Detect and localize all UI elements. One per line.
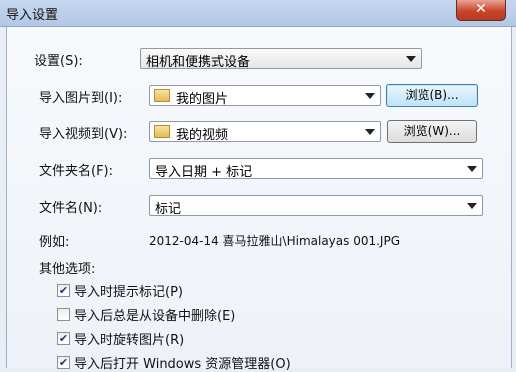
checkbox-delete-after-import[interactable] xyxy=(57,308,70,321)
file-name-label: 文件名(N): xyxy=(39,201,103,216)
folder-name-label: 文件夹名(F): xyxy=(39,164,114,179)
title-bar: 导入设置 ✕ xyxy=(0,0,516,27)
videos-folder-value: 我的视频 xyxy=(176,128,229,143)
chevron-down-icon xyxy=(365,93,375,99)
chevron-down-icon xyxy=(406,56,416,62)
pictures-label: 导入图片到(I): xyxy=(39,91,123,106)
pictures-folder-dropdown[interactable]: 我的图片 xyxy=(149,85,381,107)
example-value: 2012-04-14 喜马拉雅山\Himalayas 001.JPG xyxy=(149,234,400,248)
import-settings-dialog: 设置(S): 相机和便携式设备 导入图片到(I): 我的图片 浏览(B)... … xyxy=(6,27,512,372)
folder-name-dropdown[interactable]: 导入日期 + 标记 xyxy=(149,158,483,180)
browse-videos-button[interactable]: 浏览(W)... xyxy=(387,120,477,143)
chevron-down-icon xyxy=(467,166,477,172)
chevron-down-icon xyxy=(365,129,375,135)
checkbox-rotate-pictures[interactable]: ✔ xyxy=(57,332,70,345)
window-title: 导入设置 xyxy=(6,8,59,23)
file-name-value: 标记 xyxy=(155,202,182,217)
videos-label: 导入视频到(V): xyxy=(39,127,128,142)
option-label: 导入时旋转图片(R) xyxy=(74,333,185,348)
settings-dropdown[interactable]: 相机和便携式设备 xyxy=(140,48,422,70)
example-label: 例如: xyxy=(39,235,70,250)
checkbox-prompt-tags[interactable]: ✔ xyxy=(57,284,70,297)
other-options-label: 其他选项: xyxy=(39,262,96,277)
folder-icon xyxy=(154,125,170,138)
checkbox-open-explorer[interactable]: ✔ xyxy=(57,356,70,369)
browse-videos-label: 浏览(W)... xyxy=(403,124,461,138)
browse-pictures-button[interactable]: 浏览(B)... xyxy=(386,84,478,107)
option-label: 导入后总是从设备中删除(E) xyxy=(74,309,236,324)
option-label: 导入后打开 Windows 资源管理器(O) xyxy=(74,357,291,372)
settings-value: 相机和便携式设备 xyxy=(146,55,251,70)
close-icon: ✕ xyxy=(475,1,487,17)
settings-label: 设置(S): xyxy=(34,54,83,69)
option-label: 导入时提示标记(P) xyxy=(74,285,183,300)
file-name-dropdown[interactable]: 标记 xyxy=(149,195,483,217)
folder-icon xyxy=(154,89,170,102)
chevron-down-icon xyxy=(467,203,477,209)
videos-folder-dropdown[interactable]: 我的视频 xyxy=(149,121,381,143)
browse-pictures-label: 浏览(B)... xyxy=(405,88,459,102)
pictures-folder-value: 我的图片 xyxy=(176,92,229,107)
close-button[interactable]: ✕ xyxy=(456,0,506,21)
folder-name-value: 导入日期 + 标记 xyxy=(155,165,253,180)
